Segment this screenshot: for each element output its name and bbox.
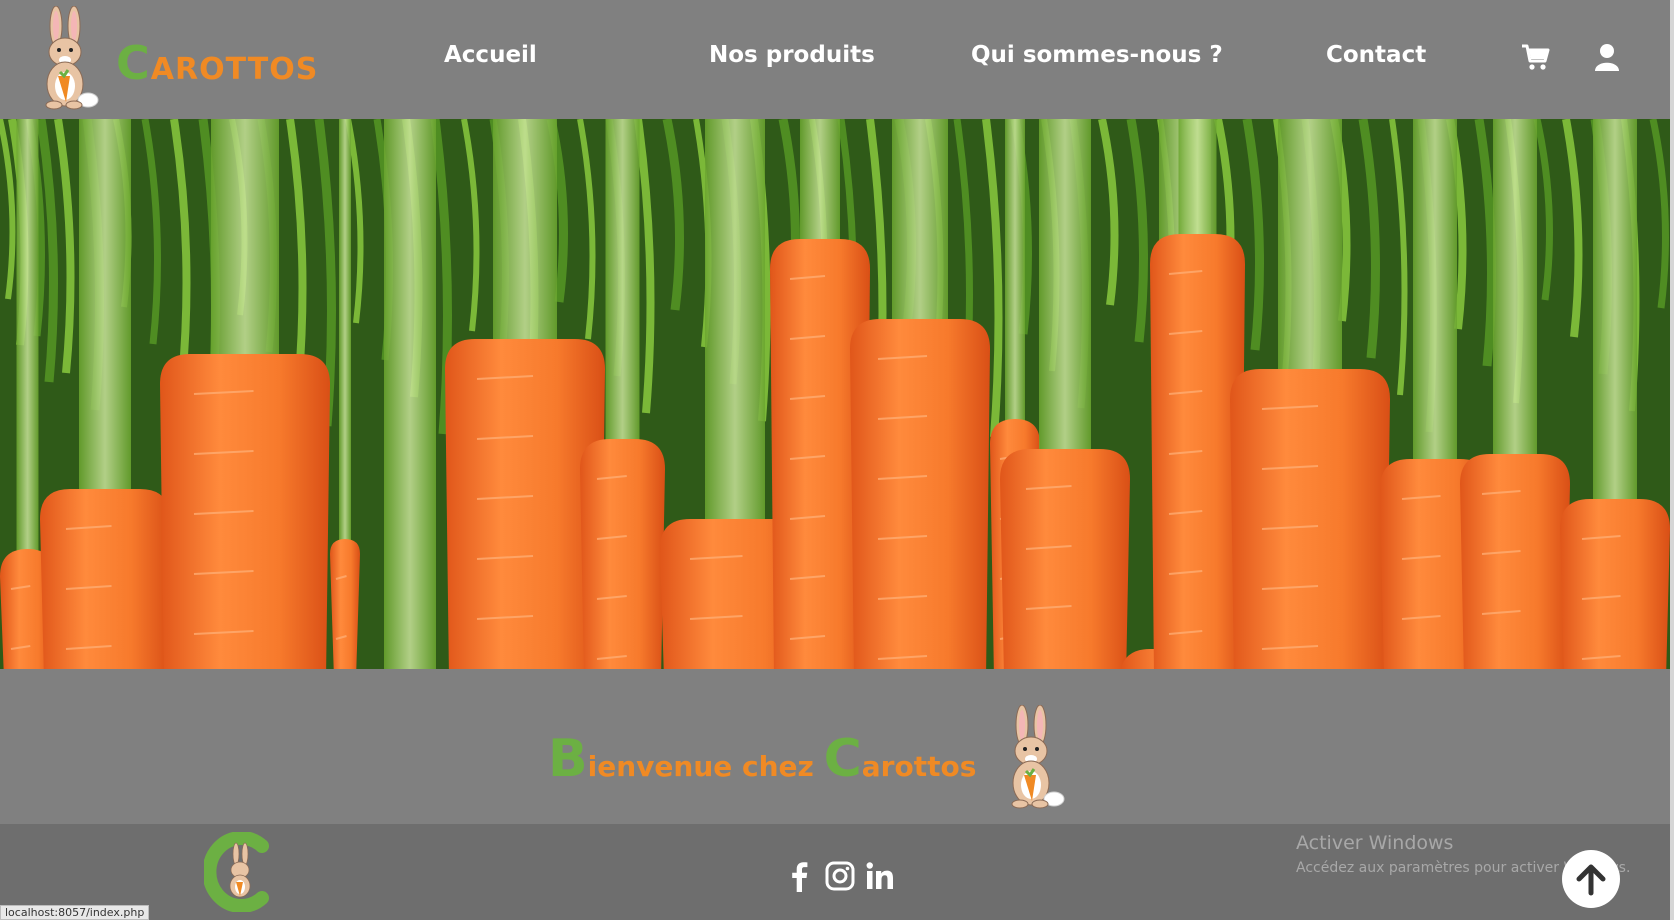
rabbit-logo-icon[interactable] (34, 6, 104, 110)
nav-nos-produits[interactable]: Nos produits (709, 42, 875, 68)
welcome-initial-c: C (823, 729, 862, 789)
status-bar-url: localhost:8057/index.php (0, 905, 150, 920)
arrow-up-icon (1576, 864, 1606, 896)
linkedin-icon[interactable] (864, 860, 896, 892)
nav-qui-sommes-nous[interactable]: Qui sommes-nous ? (971, 42, 1223, 68)
user-icon[interactable] (1592, 42, 1622, 72)
nav-accueil[interactable]: Accueil (444, 42, 537, 68)
welcome-text-1: ienvenue chez (587, 750, 824, 783)
facebook-icon[interactable] (784, 860, 816, 892)
brand-name[interactable]: Carottos (116, 36, 318, 90)
site-footer: Activer Windows Accédez aux paramètres p… (0, 824, 1670, 920)
page-scrollbar[interactable] (1670, 0, 1674, 920)
hero-carrots-image (0, 119, 1670, 669)
welcome-section: Bienvenue chez Carottos (0, 669, 1670, 824)
welcome-initial-b: B (548, 729, 588, 789)
scroll-to-top-button[interactable] (1562, 850, 1620, 908)
welcome-title: Bienvenue chez Carottos (548, 729, 976, 789)
welcome-text-2: arottos (861, 750, 977, 783)
footer-logo-icon[interactable] (204, 832, 274, 912)
rabbit-mascot-icon (1011, 705, 1065, 809)
cart-icon[interactable] (1520, 42, 1550, 72)
watermark-title: Activer Windows (1296, 832, 1454, 854)
instagram-icon[interactable] (824, 860, 856, 892)
carrots-photo (0, 119, 1670, 669)
social-links (784, 860, 896, 892)
brand-initial: C (116, 36, 151, 90)
brand-rest: arottos (150, 52, 319, 87)
nav-contact[interactable]: Contact (1326, 42, 1426, 68)
site-header: Carottos Accueil Nos produits Qui sommes… (0, 0, 1670, 119)
